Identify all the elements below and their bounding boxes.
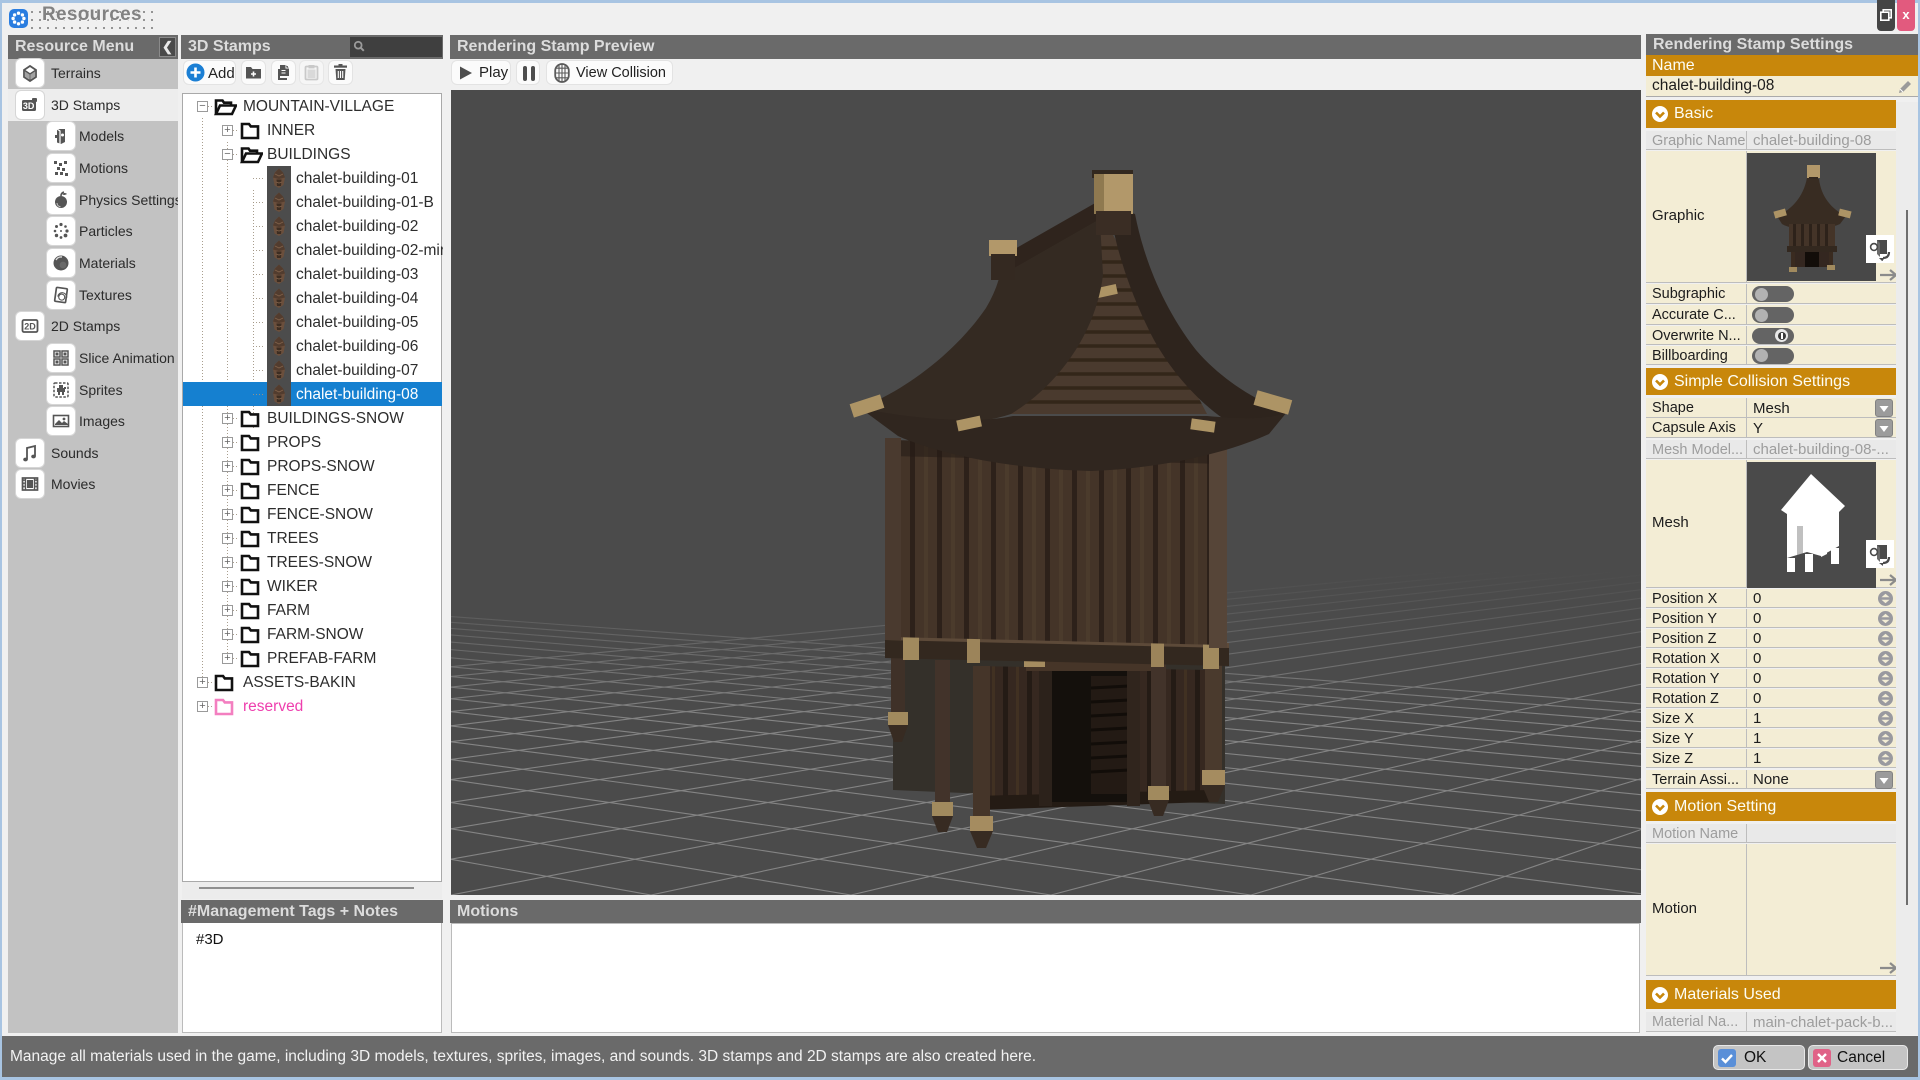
svg-text:3D: 3D <box>23 101 35 111</box>
svg-text:2D: 2D <box>24 322 36 332</box>
